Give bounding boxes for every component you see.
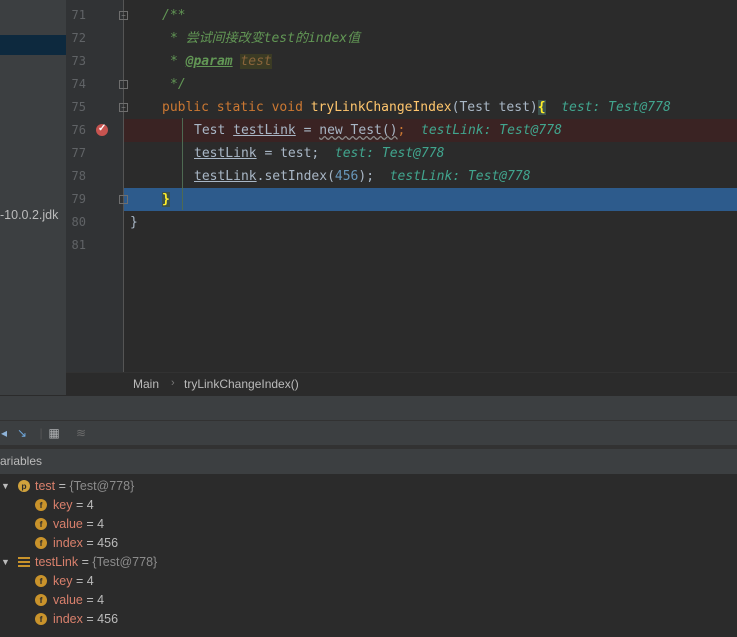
variables-header: ariables xyxy=(0,449,737,475)
code-line-76: Test testLink = new Test(); testLink: Te… xyxy=(194,123,562,138)
code-editor[interactable]: 71 72 73 74 75 76 77 78 79 80 81 − − ✓ /… xyxy=(66,0,737,395)
parameter-badge-icon: p xyxy=(18,480,30,492)
project-jdk-item[interactable]: -10.0.2.jdk xyxy=(0,208,58,222)
code-line-71: /** xyxy=(162,8,186,23)
variable-name: test xyxy=(35,479,56,493)
debug-toolbar: ◂ ↘ | ▦ ≋ xyxy=(0,421,737,445)
breadcrumb: Main › tryLinkChangeIndex() xyxy=(66,372,737,395)
line-number: 76 xyxy=(71,123,86,137)
field-badge-icon: f xyxy=(35,537,47,549)
breakpoint-icon[interactable]: ✓ xyxy=(96,123,108,136)
inline-debug-value: test: Test@778 xyxy=(334,146,445,161)
frames-grid-icon[interactable]: ▦ xyxy=(46,425,62,441)
code-line-72: * 尝试间接改变test的index值 xyxy=(170,31,361,46)
code-area[interactable]: /** * 尝试间接改变test的index值 * @param test */… xyxy=(124,0,737,372)
project-panel: -10.0.2.jdk xyxy=(0,0,66,395)
inline-debug-value: testLink: Test@778 xyxy=(389,169,531,184)
line-number: 81 xyxy=(71,238,86,252)
variables-tree[interactable]: ▼ p test = {Test@778} f key = 4 f value … xyxy=(0,475,737,637)
step-over-icon[interactable]: ◂ xyxy=(0,425,12,441)
line-number: 74 xyxy=(71,77,86,91)
debug-tool-window-header xyxy=(0,395,737,421)
line-number: 77 xyxy=(71,146,86,160)
project-selected-row[interactable] xyxy=(0,35,66,55)
code-line-77: testLink = test; test: Test@778 xyxy=(194,146,445,161)
line-number: 72 xyxy=(71,31,86,45)
variables-title: ariables xyxy=(0,454,43,468)
field-badge-icon: f xyxy=(35,499,47,511)
field-badge-icon: f xyxy=(35,575,47,587)
trace-icon[interactable]: ≋ xyxy=(73,425,89,441)
code-line-74: */ xyxy=(170,77,186,92)
code-line-78: testLink.setIndex(456); testLink: Test@7… xyxy=(194,169,531,184)
field-badge-icon: f xyxy=(35,594,47,606)
chevron-down-icon[interactable]: ▼ xyxy=(1,553,10,572)
step-into-icon[interactable]: ↘ xyxy=(14,425,30,441)
line-number: 71 xyxy=(71,8,86,22)
field-badge-icon: f xyxy=(35,613,47,625)
inline-debug-value: test: Test@778 xyxy=(561,100,671,115)
breadcrumb-method[interactable]: tryLinkChangeIndex() xyxy=(184,377,299,391)
line-number: 78 xyxy=(71,169,86,183)
code-line-75: public static void tryLinkChangeIndex(Te… xyxy=(162,100,671,115)
code-line-73: * @param test xyxy=(170,54,272,69)
variable-value: {Test@778} xyxy=(69,479,135,493)
local-variable-icon xyxy=(18,557,30,569)
breadcrumb-class[interactable]: Main xyxy=(133,377,159,391)
variable-value: {Test@778} xyxy=(92,555,158,569)
code-line-79: } xyxy=(162,192,170,207)
field-badge-icon: f xyxy=(35,518,47,530)
line-number: 79 xyxy=(71,192,86,206)
code-line-80: } xyxy=(130,215,138,230)
chevron-down-icon[interactable]: ▼ xyxy=(1,477,10,496)
inline-debug-value: testLink: Test@778 xyxy=(421,123,562,138)
line-number: 73 xyxy=(71,54,86,68)
variable-name: testLink xyxy=(35,555,79,569)
line-number: 80 xyxy=(71,215,86,229)
line-number: 75 xyxy=(71,100,86,114)
chevron-right-icon: › xyxy=(171,377,175,389)
